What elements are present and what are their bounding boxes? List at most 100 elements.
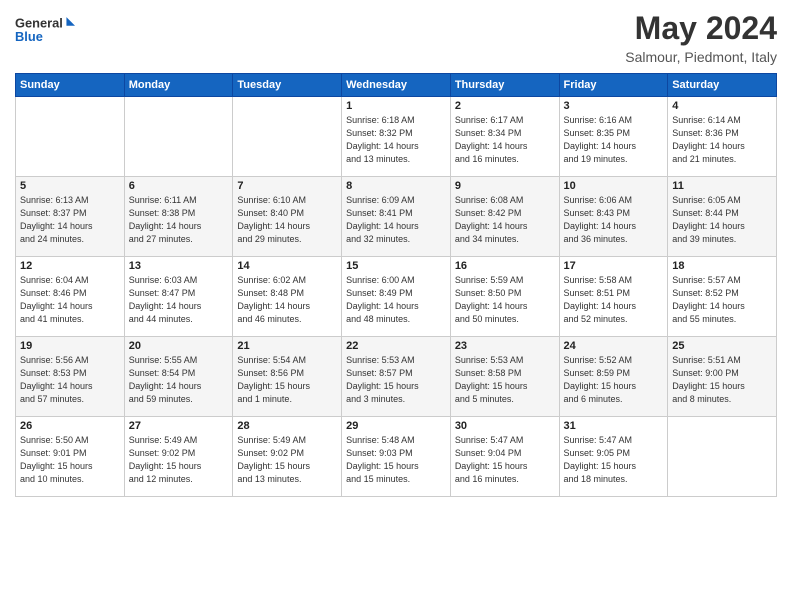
weekday-row: SundayMondayTuesdayWednesdayThursdayFrid… bbox=[16, 74, 777, 97]
day-info: Sunrise: 6:14 AM Sunset: 8:36 PM Dayligh… bbox=[672, 114, 772, 166]
day-number: 9 bbox=[455, 180, 555, 192]
calendar-cell: 13 Sunrise: 6:03 AM Sunset: 8:47 PM Dayli… bbox=[124, 257, 233, 337]
calendar-cell: 1Sunrise: 6:18 AM Sunset: 8:32 PM Daylig… bbox=[342, 97, 451, 177]
calendar-week-1: 1Sunrise: 6:18 AM Sunset: 8:32 PM Daylig… bbox=[16, 97, 777, 177]
day-number: 23 bbox=[455, 340, 555, 352]
calendar-cell: 30 Sunrise: 5:47 AM Sunset: 9:04 PM Dayli… bbox=[450, 417, 559, 497]
logo: General Blue bbox=[15, 10, 75, 50]
calendar-week-3: 12 Sunrise: 6:04 AM Sunset: 8:46 PM Dayli… bbox=[16, 257, 777, 337]
page: General Blue May 2024 Salmour, Piedmont,… bbox=[0, 0, 792, 612]
calendar-body: 1Sunrise: 6:18 AM Sunset: 8:32 PM Daylig… bbox=[16, 97, 777, 497]
day-number: 14 bbox=[237, 260, 337, 272]
day-info: Sunrise: 6:06 AM Sunset: 8:43 PM Dayligh… bbox=[564, 194, 664, 246]
calendar-cell: 21 Sunrise: 5:54 AM Sunset: 8:56 PM Dayli… bbox=[233, 337, 342, 417]
calendar-cell: 8Sunrise: 6:09 AM Sunset: 8:41 PM Daylig… bbox=[342, 177, 451, 257]
calendar-table: SundayMondayTuesdayWednesdayThursdayFrid… bbox=[15, 73, 777, 497]
day-number: 19 bbox=[20, 340, 120, 352]
calendar-cell bbox=[124, 97, 233, 177]
calendar-cell: 18Sunrise: 5:57 AM Sunset: 8:52 PM Dayli… bbox=[668, 257, 777, 337]
day-info: Sunrise: 5:50 AM Sunset: 9:01 PM Dayligh… bbox=[20, 434, 120, 486]
day-info: Sunrise: 6:11 AM Sunset: 8:38 PM Dayligh… bbox=[129, 194, 229, 246]
day-number: 10 bbox=[564, 180, 664, 192]
day-info: Sunrise: 6:10 AM Sunset: 8:40 PM Dayligh… bbox=[237, 194, 337, 246]
day-info: Sunrise: 5:49 AM Sunset: 9:02 PM Dayligh… bbox=[129, 434, 229, 486]
calendar-cell: 5Sunrise: 6:13 AM Sunset: 8:37 PM Daylig… bbox=[16, 177, 125, 257]
day-number: 24 bbox=[564, 340, 664, 352]
day-info: Sunrise: 5:49 AM Sunset: 9:02 PM Dayligh… bbox=[237, 434, 337, 486]
day-number: 5 bbox=[20, 180, 120, 192]
day-number: 18 bbox=[672, 260, 772, 272]
day-info: Sunrise: 5:59 AM Sunset: 8:50 PM Dayligh… bbox=[455, 274, 555, 326]
calendar-cell: 3 Sunrise: 6:16 AM Sunset: 8:35 PM Daylig… bbox=[559, 97, 668, 177]
calendar-cell: 15Sunrise: 6:00 AM Sunset: 8:49 PM Dayli… bbox=[342, 257, 451, 337]
weekday-header-friday: Friday bbox=[559, 74, 668, 97]
day-number: 25 bbox=[672, 340, 772, 352]
day-info: Sunrise: 6:00 AM Sunset: 8:49 PM Dayligh… bbox=[346, 274, 446, 326]
day-info: Sunrise: 5:47 AM Sunset: 9:05 PM Dayligh… bbox=[564, 434, 664, 486]
svg-text:Blue: Blue bbox=[15, 29, 43, 44]
day-number: 7 bbox=[237, 180, 337, 192]
day-info: Sunrise: 5:51 AM Sunset: 9:00 PM Dayligh… bbox=[672, 354, 772, 406]
day-number: 31 bbox=[564, 420, 664, 432]
day-info: Sunrise: 5:53 AM Sunset: 8:58 PM Dayligh… bbox=[455, 354, 555, 406]
day-info: Sunrise: 6:18 AM Sunset: 8:32 PM Dayligh… bbox=[346, 114, 446, 166]
day-number: 2 bbox=[455, 100, 555, 112]
day-number: 30 bbox=[455, 420, 555, 432]
weekday-header-tuesday: Tuesday bbox=[233, 74, 342, 97]
calendar-cell: 4Sunrise: 6:14 AM Sunset: 8:36 PM Daylig… bbox=[668, 97, 777, 177]
calendar-cell: 11Sunrise: 6:05 AM Sunset: 8:44 PM Dayli… bbox=[668, 177, 777, 257]
calendar-header: SundayMondayTuesdayWednesdayThursdayFrid… bbox=[16, 74, 777, 97]
calendar-cell: 10 Sunrise: 6:06 AM Sunset: 8:43 PM Dayli… bbox=[559, 177, 668, 257]
calendar-cell: 25 Sunrise: 5:51 AM Sunset: 9:00 PM Dayli… bbox=[668, 337, 777, 417]
day-number: 12 bbox=[20, 260, 120, 272]
day-info: Sunrise: 6:02 AM Sunset: 8:48 PM Dayligh… bbox=[237, 274, 337, 326]
calendar-cell: 26Sunrise: 5:50 AM Sunset: 9:01 PM Dayli… bbox=[16, 417, 125, 497]
day-info: Sunrise: 6:04 AM Sunset: 8:46 PM Dayligh… bbox=[20, 274, 120, 326]
day-number: 13 bbox=[129, 260, 229, 272]
day-info: Sunrise: 5:53 AM Sunset: 8:57 PM Dayligh… bbox=[346, 354, 446, 406]
day-number: 27 bbox=[129, 420, 229, 432]
month-title: May 2024 bbox=[625, 10, 777, 47]
calendar-cell: 9 Sunrise: 6:08 AM Sunset: 8:42 PM Daylig… bbox=[450, 177, 559, 257]
day-number: 16 bbox=[455, 260, 555, 272]
svg-text:General: General bbox=[15, 15, 63, 30]
day-number: 17 bbox=[564, 260, 664, 272]
day-number: 11 bbox=[672, 180, 772, 192]
calendar-cell: 2 Sunrise: 6:17 AM Sunset: 8:34 PM Daylig… bbox=[450, 97, 559, 177]
calendar-cell: 19 Sunrise: 5:56 AM Sunset: 8:53 PM Dayli… bbox=[16, 337, 125, 417]
calendar-cell: 7 Sunrise: 6:10 AM Sunset: 8:40 PM Daylig… bbox=[233, 177, 342, 257]
calendar-week-5: 26Sunrise: 5:50 AM Sunset: 9:01 PM Dayli… bbox=[16, 417, 777, 497]
calendar-cell bbox=[233, 97, 342, 177]
day-info: Sunrise: 6:16 AM Sunset: 8:35 PM Dayligh… bbox=[564, 114, 664, 166]
day-number: 3 bbox=[564, 100, 664, 112]
day-number: 21 bbox=[237, 340, 337, 352]
calendar-cell: 22Sunrise: 5:53 AM Sunset: 8:57 PM Dayli… bbox=[342, 337, 451, 417]
day-info: Sunrise: 6:03 AM Sunset: 8:47 PM Dayligh… bbox=[129, 274, 229, 326]
calendar-cell: 23 Sunrise: 5:53 AM Sunset: 8:58 PM Dayli… bbox=[450, 337, 559, 417]
header: General Blue May 2024 Salmour, Piedmont,… bbox=[15, 10, 777, 65]
day-info: Sunrise: 5:54 AM Sunset: 8:56 PM Dayligh… bbox=[237, 354, 337, 406]
day-number: 8 bbox=[346, 180, 446, 192]
weekday-header-saturday: Saturday bbox=[668, 74, 777, 97]
day-info: Sunrise: 5:47 AM Sunset: 9:04 PM Dayligh… bbox=[455, 434, 555, 486]
day-info: Sunrise: 6:17 AM Sunset: 8:34 PM Dayligh… bbox=[455, 114, 555, 166]
weekday-header-monday: Monday bbox=[124, 74, 233, 97]
calendar-week-2: 5Sunrise: 6:13 AM Sunset: 8:37 PM Daylig… bbox=[16, 177, 777, 257]
calendar-cell: 12 Sunrise: 6:04 AM Sunset: 8:46 PM Dayli… bbox=[16, 257, 125, 337]
day-info: Sunrise: 5:56 AM Sunset: 8:53 PM Dayligh… bbox=[20, 354, 120, 406]
day-info: Sunrise: 5:55 AM Sunset: 8:54 PM Dayligh… bbox=[129, 354, 229, 406]
day-info: Sunrise: 5:58 AM Sunset: 8:51 PM Dayligh… bbox=[564, 274, 664, 326]
weekday-header-wednesday: Wednesday bbox=[342, 74, 451, 97]
calendar-cell: 14 Sunrise: 6:02 AM Sunset: 8:48 PM Dayli… bbox=[233, 257, 342, 337]
calendar-week-4: 19 Sunrise: 5:56 AM Sunset: 8:53 PM Dayli… bbox=[16, 337, 777, 417]
day-number: 6 bbox=[129, 180, 229, 192]
calendar-cell: 24 Sunrise: 5:52 AM Sunset: 8:59 PM Dayli… bbox=[559, 337, 668, 417]
title-block: May 2024 Salmour, Piedmont, Italy bbox=[625, 10, 777, 65]
calendar-cell: 20Sunrise: 5:55 AM Sunset: 8:54 PM Dayli… bbox=[124, 337, 233, 417]
calendar-cell: 29Sunrise: 5:48 AM Sunset: 9:03 PM Dayli… bbox=[342, 417, 451, 497]
calendar-cell: 6 Sunrise: 6:11 AM Sunset: 8:38 PM Daylig… bbox=[124, 177, 233, 257]
day-number: 29 bbox=[346, 420, 446, 432]
calendar-cell bbox=[668, 417, 777, 497]
day-info: Sunrise: 5:52 AM Sunset: 8:59 PM Dayligh… bbox=[564, 354, 664, 406]
day-info: Sunrise: 6:08 AM Sunset: 8:42 PM Dayligh… bbox=[455, 194, 555, 246]
